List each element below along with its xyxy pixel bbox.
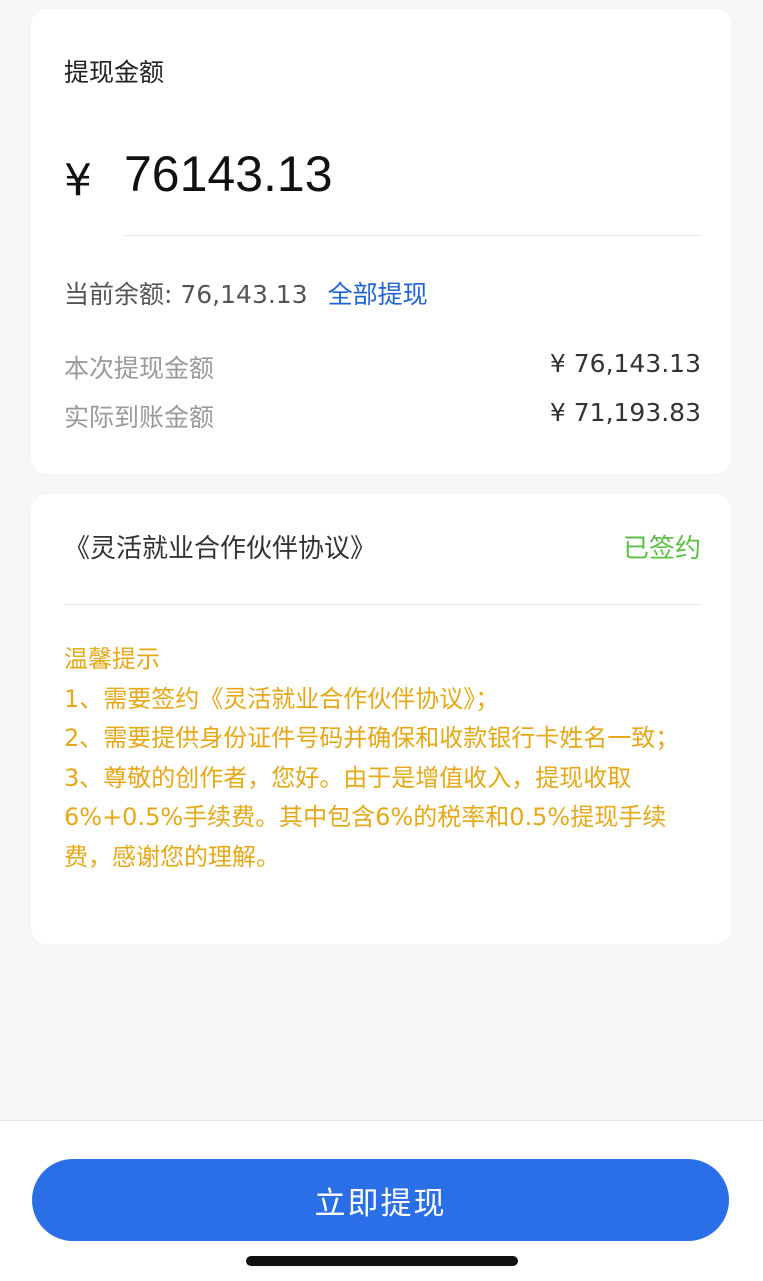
this-withdrawal-row: 本次提现金额 ¥ 76,143.13	[64, 349, 701, 385]
this-withdrawal-value: ¥ 76,143.13	[549, 349, 701, 378]
home-indicator	[246, 1256, 518, 1266]
withdraw-amount-title: 提现金额	[64, 58, 165, 87]
current-balance-text: 当前余额: 76,143.13	[64, 280, 308, 309]
agreement-card: 《灵活就业合作伙伴协议》 已签约 温馨提示 1、需要签约《灵活就业合作伙伴协议》…	[31, 494, 731, 944]
tips-heading: 温馨提示	[64, 645, 160, 673]
actual-received-value: ¥ 71,193.83	[549, 398, 701, 427]
withdraw-amount-card: 提现金额 ¥ 当前余额: 76,143.13 全部提现 本次提现金额 ¥ 76,1…	[31, 9, 731, 474]
actual-received-label: 实际到账金额	[64, 403, 215, 432]
agreement-row[interactable]: 《灵活就业合作伙伴协议》 已签约	[64, 528, 701, 565]
amount-divider	[124, 235, 701, 236]
tips-line-2: 2、需要提供身份证件号码并确保和收款银行卡姓名一致；	[64, 724, 680, 752]
tips-line-3: 3、尊敬的创作者，您好。由于是增值收入，提现收取6%+0.5%手续费。其中包含6…	[64, 763, 667, 871]
withdraw-now-button[interactable]: 立即提现	[32, 1159, 729, 1241]
actual-received-row: 实际到账金额 ¥ 71,193.83	[64, 398, 701, 434]
currency-symbol: ¥	[64, 155, 92, 206]
tips-line-1: 1、需要签约《灵活就业合作伙伴协议》；	[64, 684, 500, 713]
agreement-divider	[64, 604, 701, 605]
agreement-status-badge: 已签约	[622, 534, 701, 564]
this-withdrawal-label: 本次提现金额	[64, 354, 215, 383]
amount-input[interactable]	[124, 139, 684, 209]
tips-block: 温馨提示 1、需要签约《灵活就业合作伙伴协议》； 2、需要提供身份证件号码并确保…	[64, 640, 704, 877]
balance-row: 当前余额: 76,143.13 全部提现	[64, 275, 428, 311]
agreement-link[interactable]: 《灵活就业合作伙伴协议》	[64, 528, 376, 565]
bottom-action-bar: 立即提现	[0, 1120, 763, 1281]
withdraw-all-link[interactable]: 全部提现	[328, 280, 428, 309]
